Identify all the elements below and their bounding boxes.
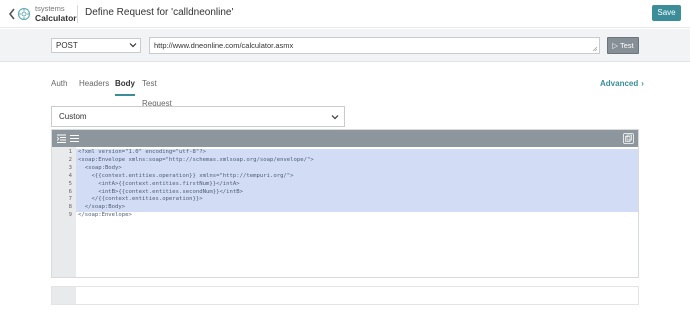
play-icon: ▷ <box>612 41 619 50</box>
method-select[interactable]: POST <box>51 38 141 53</box>
copy-icon[interactable] <box>623 133 634 144</box>
line-number: 2 <box>68 156 72 163</box>
code-area[interactable]: <?xml version="1.0" encoding="utf-8"?> <s… <box>76 147 638 277</box>
line-number: 7 <box>68 196 72 203</box>
code-line: <intB>{{context.entities.secondNum}}</in… <box>78 188 244 195</box>
request-bar: POST http://www.dneonline.com/calculator… <box>0 29 690 62</box>
code-line: <intA>{{context.entities.firstNum}}</int… <box>78 180 240 187</box>
line-number: 4 <box>68 172 72 179</box>
tab-headers[interactable]: Headers <box>79 74 109 96</box>
align-lines-icon[interactable] <box>70 134 79 143</box>
test-button[interactable]: ▷ Test <box>607 37 639 54</box>
chevron-down-icon <box>129 43 137 48</box>
url-value: http://www.dneonline.com/calculator.asmx <box>154 41 294 50</box>
line-number: 8 <box>68 204 72 211</box>
code-line: <soap:Body> <box>78 164 122 171</box>
app-subtitle: Calculator <box>35 13 77 23</box>
method-value: POST <box>56 41 78 50</box>
code-line: <?xml version="1.0" encoding="utf-8"?> <box>78 149 206 155</box>
code-line: <{{context.entities.operation}} xmlns="h… <box>78 172 294 179</box>
url-input[interactable]: http://www.dneonline.com/calculator.asmx <box>149 37 600 54</box>
secondary-editor-gutter <box>52 287 76 304</box>
header-divider <box>77 5 78 23</box>
tab-body[interactable]: Body <box>115 74 135 96</box>
line-number: 5 <box>68 180 72 187</box>
line-number: 6 <box>68 188 72 195</box>
chevron-right-icon: › <box>641 79 644 88</box>
resize-grip-icon[interactable] <box>592 46 598 52</box>
line-number: 3 <box>68 164 72 171</box>
editor-gutter: 123456789 <box>52 147 76 277</box>
top-bar: tsystems Calculator Define Request for '… <box>0 0 690 28</box>
app-name: tsystems <box>35 4 65 13</box>
back-chevron-icon[interactable] <box>7 7 17 21</box>
secondary-editor[interactable] <box>51 286 639 305</box>
test-button-label: Test <box>619 41 634 50</box>
advanced-label: Advanced <box>600 79 639 88</box>
code-editor[interactable]: 123456789 <?xml version="1.0" encoding="… <box>51 129 639 278</box>
save-button[interactable]: Save <box>652 5 681 21</box>
code-line: </soap:Envelope> <box>78 212 132 219</box>
body-type-value: Custom <box>59 112 87 121</box>
code-line: <soap:Envelope xmlns:soap="http://schema… <box>78 156 314 163</box>
advanced-link[interactable]: Advanced › <box>600 79 644 88</box>
editor-toolbar <box>52 130 638 147</box>
chevron-down-icon <box>331 115 339 120</box>
tab-auth[interactable]: Auth <box>51 74 67 96</box>
page-title: Define Request for 'calldneonline' <box>85 7 234 18</box>
tab-test-request[interactable]: Test Request <box>142 74 172 108</box>
code-line: </{{context.entities.operation}}> <box>78 196 203 203</box>
code-line: </soap:Body> <box>78 204 126 211</box>
body-type-select[interactable]: Custom <box>51 106 345 127</box>
line-number: 1 <box>68 149 72 155</box>
line-number: 9 <box>68 212 72 219</box>
app-logo-icon <box>17 7 31 21</box>
format-indent-icon[interactable] <box>57 134 66 143</box>
